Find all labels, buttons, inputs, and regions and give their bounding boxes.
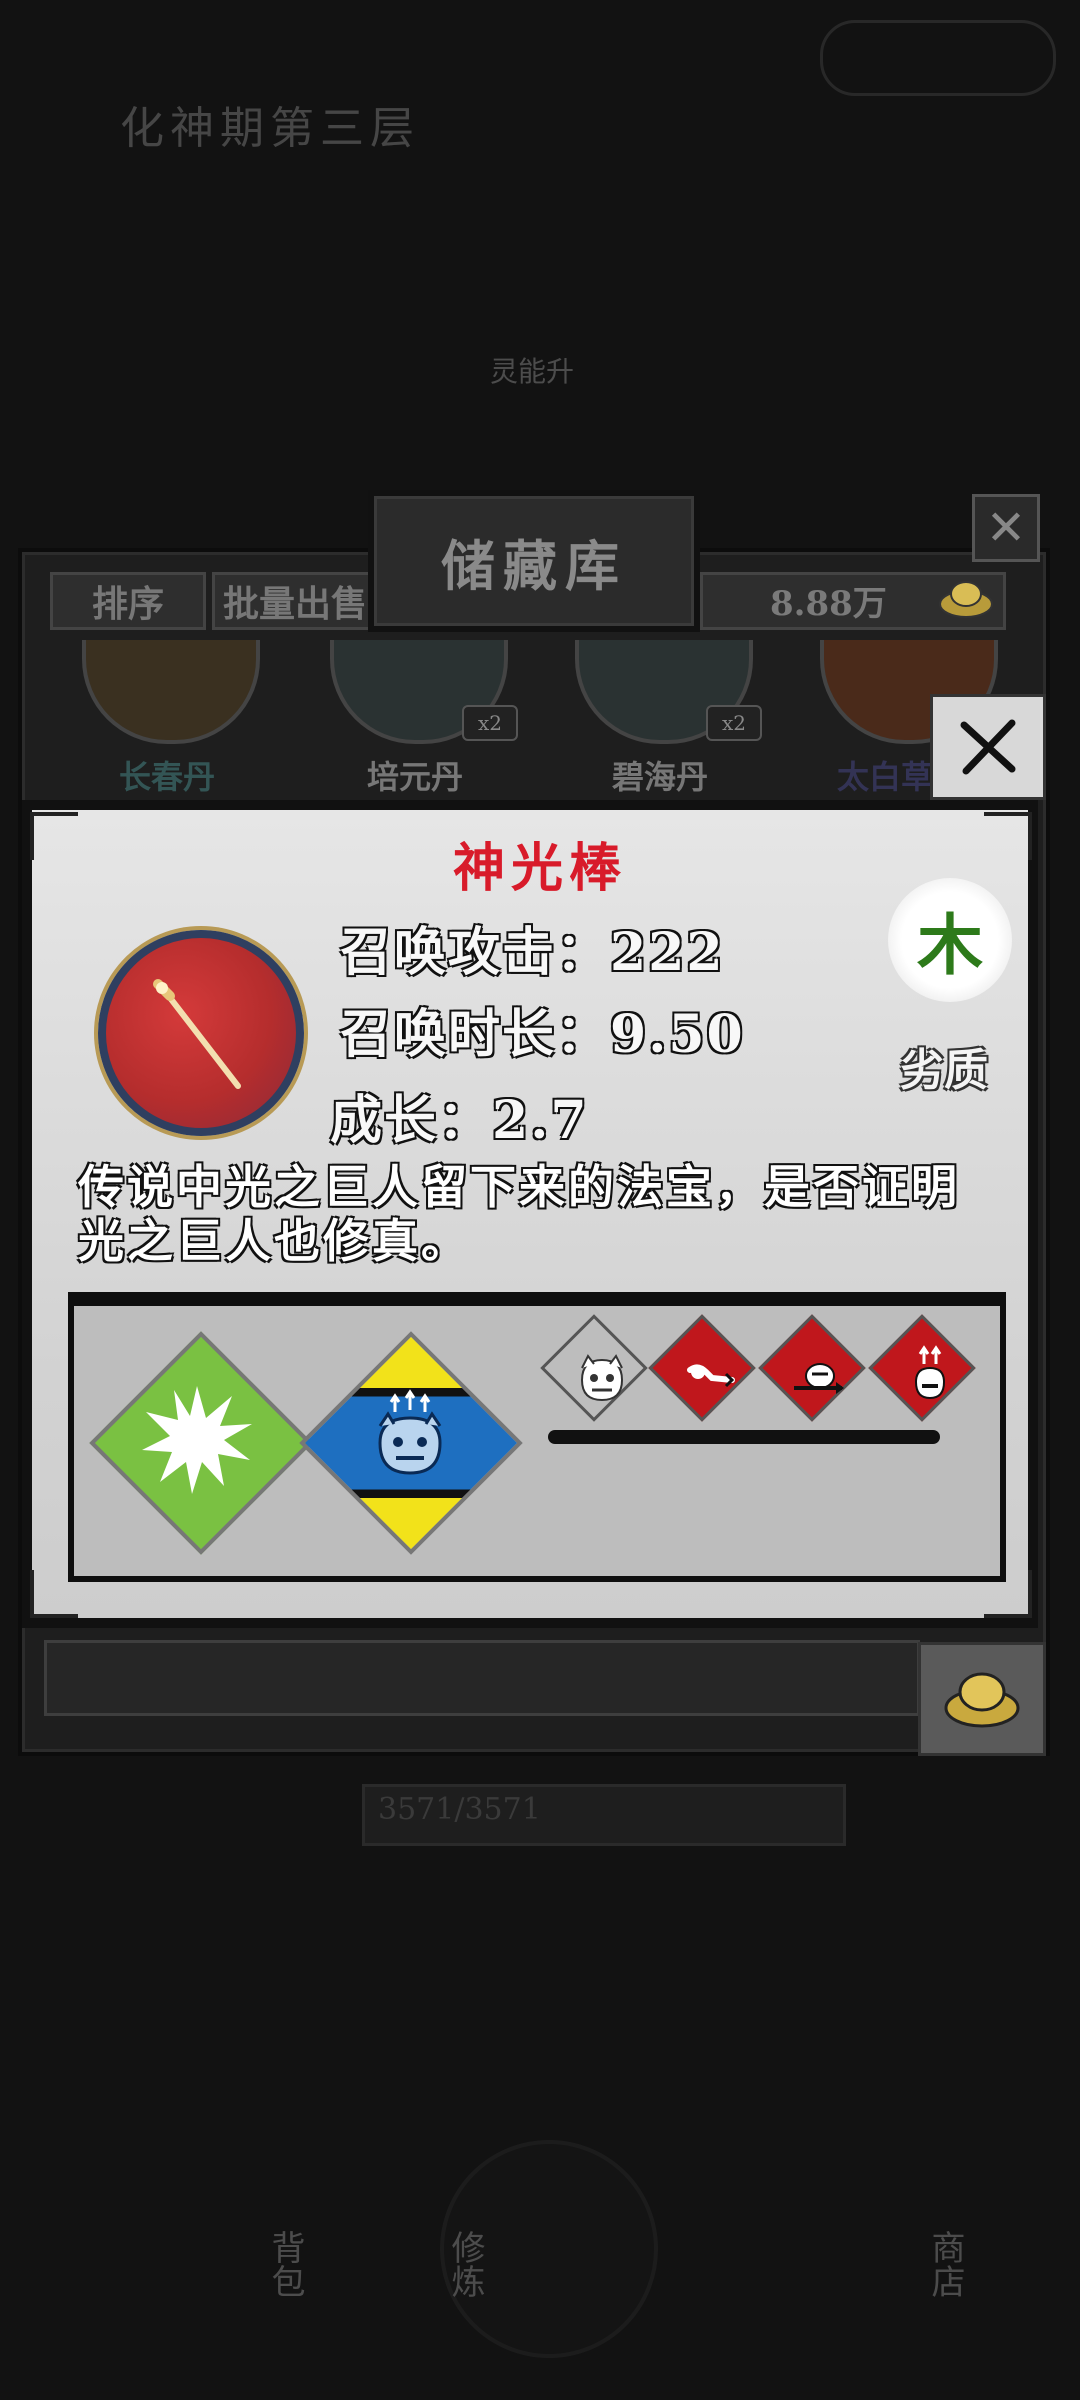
stat-duration: 召唤时长：9.50	[340, 992, 745, 1067]
currency-amount: 8.88万	[770, 584, 887, 624]
stat-growth-value: 2.7	[492, 1090, 589, 1151]
gold-ingot-icon	[944, 1672, 1020, 1728]
storage-slot-row	[44, 1640, 920, 1716]
shelf-item-name: 培元丹	[366, 758, 463, 796]
element-badge: 木	[888, 878, 1012, 1002]
stat-attack-label: 召唤攻击	[340, 922, 557, 983]
nav-shop[interactable]: 商店	[810, 2230, 970, 2350]
item-icon	[98, 930, 304, 1136]
sort-tab[interactable]: 排序	[50, 572, 206, 630]
stat-separator: ：	[556, 922, 611, 983]
ghost-boost-icon	[378, 1389, 442, 1475]
level-title: 化神期第三层	[120, 103, 420, 154]
capacity-text: 3571/3571	[378, 1792, 541, 1827]
stat-growth: 成长：2.7	[330, 1078, 589, 1153]
staff-icon	[153, 979, 241, 1089]
close-icon	[960, 719, 1016, 775]
ghost-icon	[580, 1354, 624, 1402]
nav-bag[interactable]: 背包	[150, 2230, 310, 2350]
stat-separator: ：	[556, 1004, 611, 1065]
stat-attack-value: 222	[610, 922, 725, 983]
shelf-item-count: x2	[462, 705, 518, 741]
quality-label: 劣质	[900, 1045, 988, 1096]
storage-title: 储藏库	[441, 533, 627, 598]
skill-divider	[548, 1430, 940, 1444]
logo-icon	[820, 20, 1056, 96]
shelf-item-name: 长春丹	[118, 758, 215, 796]
gold-ingot-icon	[939, 581, 993, 618]
stat-separator: ：	[438, 1090, 493, 1151]
item-description: 传说中光之巨人留下来的法宝，是否证明光之巨人也修真。	[78, 1160, 960, 1268]
stat-duration-label: 召唤时长	[340, 1004, 557, 1065]
shoot-icon	[794, 1363, 844, 1394]
power-up-icon	[914, 1345, 946, 1400]
stat-duration-value: 9.50	[610, 1004, 745, 1065]
burst-icon	[142, 1386, 252, 1494]
sell-coin-button[interactable]	[918, 1642, 1046, 1756]
nav-cultivate[interactable]: 修炼	[330, 2230, 490, 2350]
energy-label: 灵能升	[490, 355, 575, 388]
dash-attack-icon	[687, 1364, 735, 1388]
bulk-sell-tab[interactable]: 批量出售	[212, 572, 386, 630]
storage-close-button[interactable]: ✕	[972, 494, 1040, 562]
shelf-item-name: 碧海丹	[611, 758, 708, 796]
nav-skills[interactable]: 功法	[970, 2230, 1080, 2350]
stat-growth-label: 成长	[330, 1090, 439, 1151]
storage-header: 储藏库	[368, 490, 700, 632]
card-close-button[interactable]	[930, 694, 1046, 800]
shelf-item-count: x2	[706, 705, 762, 741]
stat-attack: 召唤攻击：222	[340, 910, 725, 985]
